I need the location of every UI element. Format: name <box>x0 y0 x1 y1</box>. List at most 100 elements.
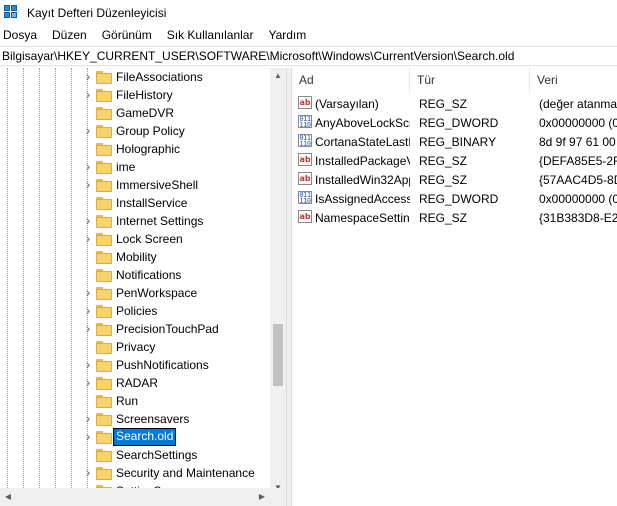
expand-chevron-icon[interactable]: › <box>83 303 93 317</box>
column-header-label: Veri <box>537 73 558 87</box>
menu-view[interactable]: Görünüm <box>99 28 159 42</box>
tree-item[interactable]: › Policies <box>0 302 270 320</box>
scroll-up-icon[interactable]: ▲ <box>270 68 286 84</box>
folder-icon <box>96 431 112 444</box>
value-type: REG_BINARY <box>419 135 497 149</box>
tree-horizontal-scrollbar[interactable]: ◀ ▶ <box>0 488 286 506</box>
folder-icon <box>96 305 112 318</box>
expand-chevron-icon[interactable]: › <box>83 123 93 137</box>
tree-item[interactable]: › ImmersiveShell <box>0 176 270 194</box>
value-data: 0x00000000 (0) <box>539 116 617 130</box>
expand-chevron-icon[interactable]: › <box>83 87 93 101</box>
tree-item[interactable]: › Group Policy <box>0 122 270 140</box>
tree-item[interactable]: SearchSettings <box>0 446 270 464</box>
tree-item[interactable]: Holographic <box>0 140 270 158</box>
tree-item[interactable]: Run <box>0 392 270 410</box>
key-tree: › FileAssociations › FileHistory GameDVR › Gro… <box>0 68 286 506</box>
folder-icon <box>96 179 112 192</box>
tree-item[interactable]: › FileHistory <box>0 86 270 104</box>
folder-icon <box>96 71 112 84</box>
menu-favorites[interactable]: Sık Kullanılanlar <box>164 28 261 42</box>
expand-chevron-icon[interactable]: › <box>83 465 93 479</box>
tree-item[interactable]: › FileAssociations <box>0 68 270 86</box>
tree-item[interactable]: › RADAR <box>0 374 270 392</box>
folder-icon <box>96 161 112 174</box>
binary-value-icon: 011 110 <box>298 134 312 148</box>
folder-icon <box>96 143 112 156</box>
tree-item[interactable]: › Search.old <box>0 428 270 446</box>
value-row[interactable]: abNamespaceSettingsRevision REG_SZ {31B383… <box>292 208 617 227</box>
menu-edit[interactable]: Düzen <box>49 28 94 42</box>
tree-item[interactable]: › PushNotifications <box>0 356 270 374</box>
expand-chevron-icon[interactable]: › <box>83 321 93 335</box>
scroll-left-icon[interactable]: ◀ <box>0 488 16 506</box>
string-value-icon: ab <box>298 153 312 166</box>
tree-item-label: GameDVR <box>116 106 175 120</box>
values-list: Ad Tür Veri ab (Varsayılan) REG_SZ (değer a… <box>292 68 617 506</box>
expand-chevron-icon[interactable]: › <box>83 69 93 83</box>
expand-chevron-icon[interactable]: › <box>83 429 93 443</box>
string-value-icon: ab <box>298 210 312 223</box>
tree-item[interactable]: › ime <box>0 158 270 176</box>
folder-icon <box>96 233 112 246</box>
tree-item[interactable]: Notifications <box>0 266 270 284</box>
tree-item-label: ime <box>116 160 136 174</box>
tree-item[interactable]: › PenWorkspace <box>0 284 270 302</box>
tree-item[interactable]: Privacy <box>0 338 270 356</box>
menu-file[interactable]: Dosya <box>0 28 44 42</box>
expand-chevron-icon[interactable]: › <box>83 411 93 425</box>
tree-item[interactable]: › Internet Settings <box>0 212 270 230</box>
menu-help[interactable]: Yardım <box>265 28 313 42</box>
tree-vertical-scrollbar[interactable]: ▲ ▼ <box>270 68 286 496</box>
registry-editor-icon <box>4 4 20 21</box>
value-row[interactable]: ab(Varsayılan) REG_SZ (değer atanmamış) <box>292 94 617 113</box>
folder-icon <box>96 449 112 462</box>
folder-icon <box>96 395 112 408</box>
column-header-name[interactable]: Ad <box>292 68 410 92</box>
folder-icon <box>96 323 112 336</box>
scroll-thumb[interactable] <box>273 324 283 386</box>
binary-value-icon: 011 110 <box>298 115 312 129</box>
column-header-data[interactable]: Veri <box>530 68 617 92</box>
folder-icon <box>96 413 112 426</box>
tree-item-label: PushNotifications <box>116 358 209 372</box>
value-type: REG_DWORD <box>419 192 499 206</box>
tree-item[interactable]: › PrecisionTouchPad <box>0 320 270 338</box>
scroll-right-icon[interactable]: ▶ <box>254 488 270 506</box>
address-bar[interactable]: Bilgisayar\HKEY_CURRENT_USER\SOFTWARE\Mi… <box>0 46 617 66</box>
folder-icon <box>96 125 112 138</box>
value-data: {DEFA85E5-2F6 <box>539 154 617 168</box>
expand-chevron-icon[interactable]: › <box>83 213 93 227</box>
tree-item-label: Notifications <box>116 268 182 282</box>
column-header-type[interactable]: Tür <box>410 68 530 92</box>
tree-item[interactable]: › Security and Maintenance <box>0 464 270 482</box>
tree-item-label: ImmersiveShell <box>116 178 199 192</box>
folder-icon <box>96 89 112 102</box>
string-value-icon: ab <box>298 172 312 185</box>
tree-item[interactable]: › Screensavers <box>0 410 270 428</box>
expand-chevron-icon[interactable]: › <box>83 357 93 371</box>
value-row[interactable]: 011 110CortanaStateLastRun REG_BINARY 8d 9… <box>292 132 617 151</box>
tree-item[interactable]: GameDVR <box>0 104 270 122</box>
value-row[interactable]: abInstalledWin32AppsRevision REG_SZ {57AAC… <box>292 170 617 189</box>
expand-chevron-icon[interactable]: › <box>83 285 93 299</box>
tree-item[interactable]: › Lock Screen <box>0 230 270 248</box>
folder-icon <box>96 215 112 228</box>
tree-item[interactable]: Mobility <box>0 248 270 266</box>
value-row[interactable]: abInstalledPackageVersion REG_SZ {DEFA85E5… <box>292 151 617 170</box>
folder-icon <box>96 287 112 300</box>
value-row[interactable]: 011 110AnyAboveLockScreen REG_DWORD 0x0000… <box>292 113 617 132</box>
value-name: CortanaStateLastRun <box>315 135 410 149</box>
expand-chevron-icon[interactable]: › <box>83 231 93 245</box>
tree-item-label: PenWorkspace <box>116 286 198 300</box>
column-header-label: Tür <box>417 73 435 87</box>
binary-value-icon: 011 110 <box>298 191 312 205</box>
tree-item-label: RADAR <box>116 376 159 390</box>
expand-chevron-icon[interactable]: › <box>83 375 93 389</box>
value-row[interactable]: 011 110 IsAssignedAccess REG_DWORD 0x000000… <box>292 189 617 208</box>
tree-item-label: FileHistory <box>116 88 173 102</box>
tree-item[interactable]: InstallService <box>0 194 270 212</box>
expand-chevron-icon[interactable]: › <box>83 177 93 191</box>
folder-icon <box>96 359 112 372</box>
expand-chevron-icon[interactable]: › <box>83 159 93 173</box>
